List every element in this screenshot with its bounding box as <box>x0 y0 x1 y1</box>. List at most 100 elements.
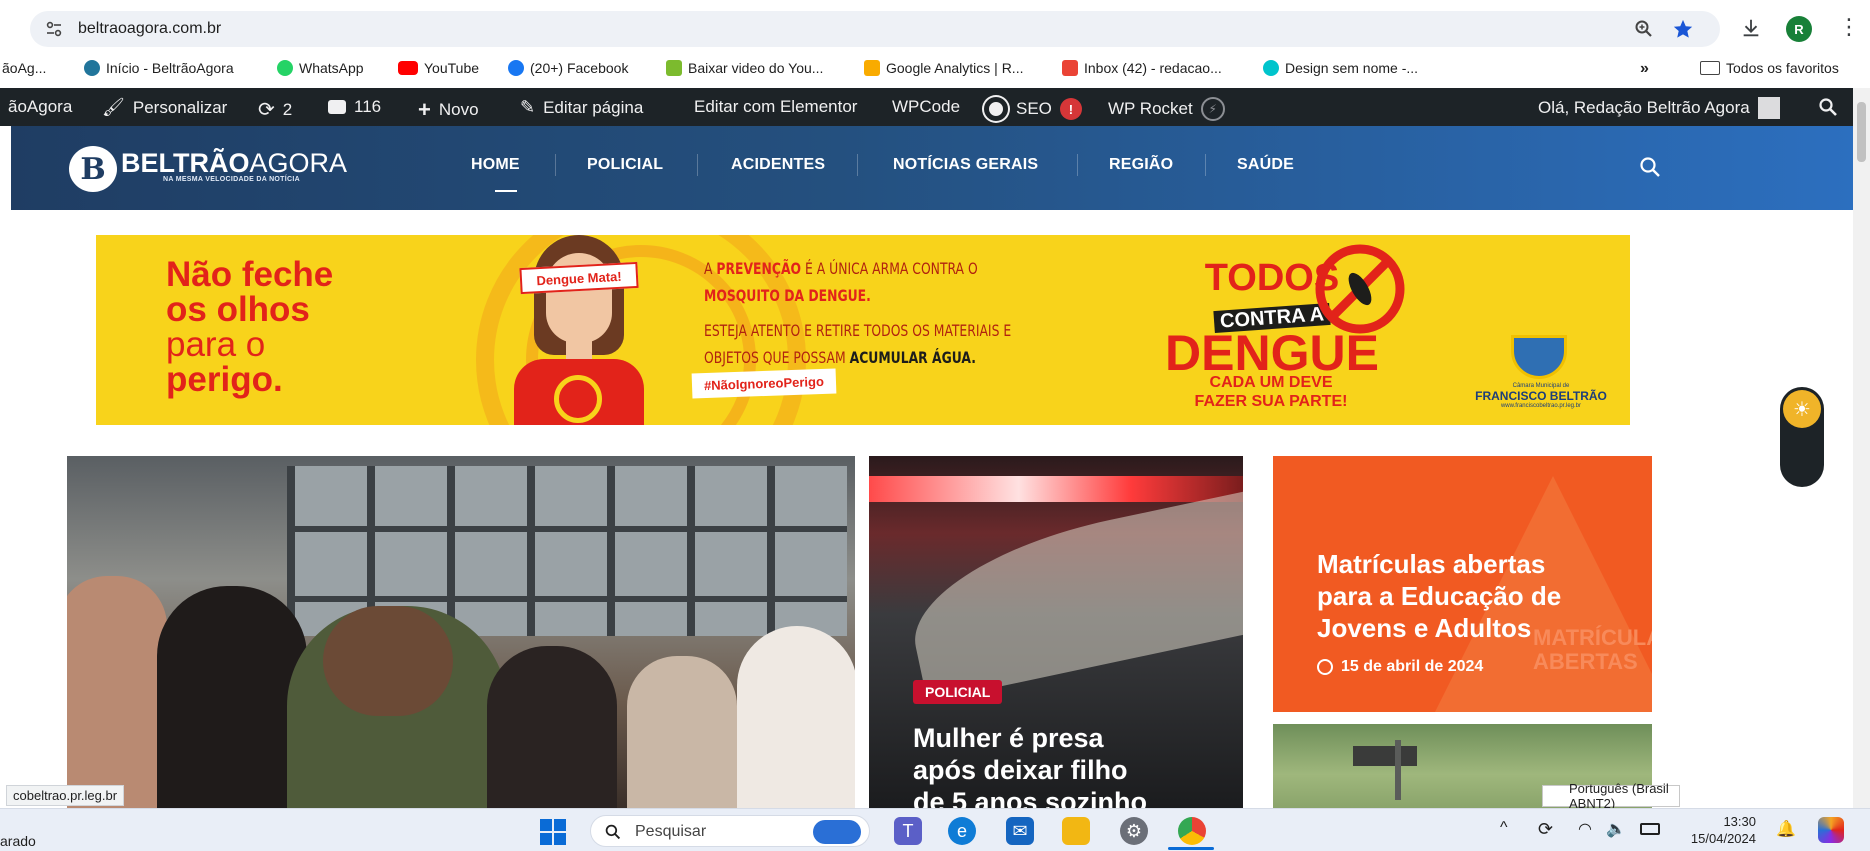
dengue-banner-ad[interactable]: Não feche os olhos para o perigo. Dengue… <box>96 235 1630 425</box>
title-line: Jovens e Adultos <box>1317 613 1532 643</box>
bookmark-item[interactable]: Design sem nome -... <box>1263 60 1418 76</box>
windows-start-icon[interactable] <box>540 819 566 845</box>
featured-news-card[interactable] <box>67 456 855 808</box>
wp-new[interactable]: + Novo <box>418 97 479 123</box>
slogan-line: FAZER SUA PARTE! <box>1194 393 1348 410</box>
pencil-icon: ✎ <box>520 97 536 117</box>
wp-edit-page-label: Editar página <box>543 97 644 117</box>
nav-saude[interactable]: SAÚDE <box>1237 156 1294 174</box>
analytics-icon <box>864 60 880 76</box>
nav-policial[interactable]: POLICIAL <box>587 156 663 174</box>
bookmark-star-icon[interactable] <box>1672 18 1694 40</box>
system-clock[interactable]: 13:30 15/04/2024 <box>1676 813 1756 847</box>
wifi-icon[interactable]: ◠ <box>1578 819 1592 839</box>
photo-detail <box>287 526 847 532</box>
sync-icon[interactable]: ⟳ <box>1538 819 1553 840</box>
settings-icon[interactable]: ⚙ <box>1120 817 1148 845</box>
wp-comments[interactable]: 116 <box>328 97 381 117</box>
site-search-icon[interactable] <box>1639 156 1661 178</box>
bookmark-label: Baixar video do You... <box>688 60 824 76</box>
nav-noticias-gerais[interactable]: NOTÍCIAS GERAIS <box>893 156 1038 174</box>
wp-updates[interactable]: ⟳ 2 <box>258 97 292 122</box>
bookmark-item[interactable]: ãoAg... <box>2 60 46 76</box>
site-settings-icon[interactable] <box>44 19 64 39</box>
police-news-title[interactable]: Mulher é presa após deixar filho de 5 an… <box>913 722 1233 808</box>
bookmark-item[interactable]: WhatsApp <box>277 60 364 76</box>
banner-headline-line: Não feche <box>166 255 334 294</box>
menu-kebab-icon[interactable]: ⋮ <box>1838 14 1860 40</box>
search-icon <box>605 824 621 840</box>
bookmark-label: Google Analytics | R... <box>886 60 1024 76</box>
bookmark-item[interactable]: Google Analytics | R... <box>864 60 1023 76</box>
banner-text-line: ESTEJA ATENTO E RETIRE TODOS OS MATERIAI… <box>704 321 1012 340</box>
battery-icon[interactable] <box>1640 823 1660 835</box>
volume-icon[interactable]: 🔈 <box>1606 819 1626 839</box>
news-date: 15 de abril de 2024 <box>1317 658 1483 676</box>
refresh-icon: ⟳ <box>258 99 275 121</box>
police-news-card[interactable]: POLICIAL Mulher é presa após deixar filh… <box>869 456 1243 808</box>
wp-rocket-label: WP Rocket <box>1108 99 1193 118</box>
mail-icon[interactable]: ✉ <box>1006 817 1034 845</box>
url-text[interactable]: beltraoagora.com.br <box>78 20 221 38</box>
education-news-title[interactable]: Matrículas abertas para a Educação de Jo… <box>1317 548 1637 644</box>
taskbar-search[interactable]: Pesquisar <box>590 815 870 847</box>
bolt-icon: ⚡ <box>1200 97 1225 121</box>
scrollbar-thumb[interactable] <box>1857 102 1866 162</box>
file-explorer-icon[interactable] <box>1062 817 1090 845</box>
copilot-icon[interactable] <box>1818 817 1844 843</box>
photo-person <box>67 576 167 808</box>
chrome-icon[interactable] <box>1178 817 1206 845</box>
category-badge[interactable]: POLICIAL <box>913 680 1003 704</box>
nav-divider <box>697 154 698 176</box>
bookmark-item[interactable]: Inbox (42) - redacao... <box>1062 60 1222 76</box>
wp-rocket[interactable]: WP Rocket ⚡ <box>1108 97 1225 121</box>
notification-bell-icon[interactable]: 🔔 <box>1776 819 1796 839</box>
wp-elementor[interactable]: Editar com Elementor <box>694 97 857 117</box>
seo-alert-badge: ! <box>1059 98 1082 120</box>
wp-account[interactable]: Olá, Redação Beltrão Agora <box>1538 97 1780 119</box>
banner-text-part: OBJETOS QUE POSSAM <box>704 348 850 367</box>
download-icon <box>666 60 682 76</box>
wp-site-name[interactable]: ãoAgora <box>8 97 72 117</box>
wp-edit-page[interactable]: ✎ Editar página <box>520 97 643 118</box>
download-icon[interactable] <box>1740 17 1762 39</box>
nav-home[interactable]: HOME <box>471 156 520 174</box>
bookmark-label: Início - BeltrãoAgora <box>106 60 234 76</box>
bookmark-item[interactable]: Baixar video do You... <box>666 60 823 76</box>
council-url: www.franciscobeltrao.pr.leg.br <box>1500 403 1582 409</box>
police-light-bar <box>869 476 1243 502</box>
all-bookmarks-folder[interactable]: Todos os favoritos <box>1700 60 1839 76</box>
site-logo[interactable]: BELTRÃOAGORA <box>121 148 347 179</box>
wp-search-icon[interactable] <box>1818 97 1838 117</box>
brush-icon: 🖌 <box>102 97 125 117</box>
windows-taskbar: arado Pesquisar T e ✉ ⚙ ^ ⟳ ◠ 🔈 13:30 15… <box>0 808 1870 851</box>
wp-seo[interactable]: SEO ! <box>984 97 1082 121</box>
clock-time: 13:30 <box>1723 814 1756 829</box>
bookmark-item[interactable]: (20+) Facebook <box>508 60 628 76</box>
address-bar[interactable]: beltraoagora.com.br <box>30 11 1720 47</box>
profile-avatar[interactable]: R <box>1786 16 1812 42</box>
youtube-icon <box>398 61 418 75</box>
wp-customize[interactable]: 🖌 Personalizar <box>102 97 227 118</box>
bookmarks-overflow-button[interactable]: » <box>1640 60 1649 78</box>
bookmark-item[interactable]: Início - BeltrãoAgora <box>84 60 234 76</box>
banner-headline-line: perigo. <box>166 360 283 399</box>
dark-mode-toggle[interactable]: ☀ <box>1780 387 1824 487</box>
bookmark-item[interactable]: YouTube <box>398 60 479 76</box>
zoom-icon[interactable] <box>1634 19 1654 39</box>
plus-icon: + <box>418 97 431 122</box>
car-roof <box>898 490 1243 702</box>
comment-icon <box>328 100 346 114</box>
logo-b-icon[interactable]: B <box>69 146 117 192</box>
nav-regiao[interactable]: REGIÃO <box>1109 156 1173 174</box>
chevron-up-icon[interactable]: ^ <box>1500 819 1508 837</box>
edge-icon[interactable]: e <box>948 817 976 845</box>
wp-wpcode[interactable]: WPCode <box>892 97 960 117</box>
ime-indicator[interactable]: Português (Brasil ABNT2) <box>1542 781 1680 811</box>
banner-headline-line: os olhos <box>166 290 310 329</box>
page-scrollbar[interactable] <box>1853 88 1870 808</box>
photo-person <box>323 606 453 716</box>
nav-acidentes[interactable]: ACIDENTES <box>731 156 825 174</box>
teams-icon[interactable]: T <box>894 817 922 845</box>
education-news-card[interactable]: MATRÍCULASABERTAS Matrículas abertas par… <box>1273 456 1652 712</box>
